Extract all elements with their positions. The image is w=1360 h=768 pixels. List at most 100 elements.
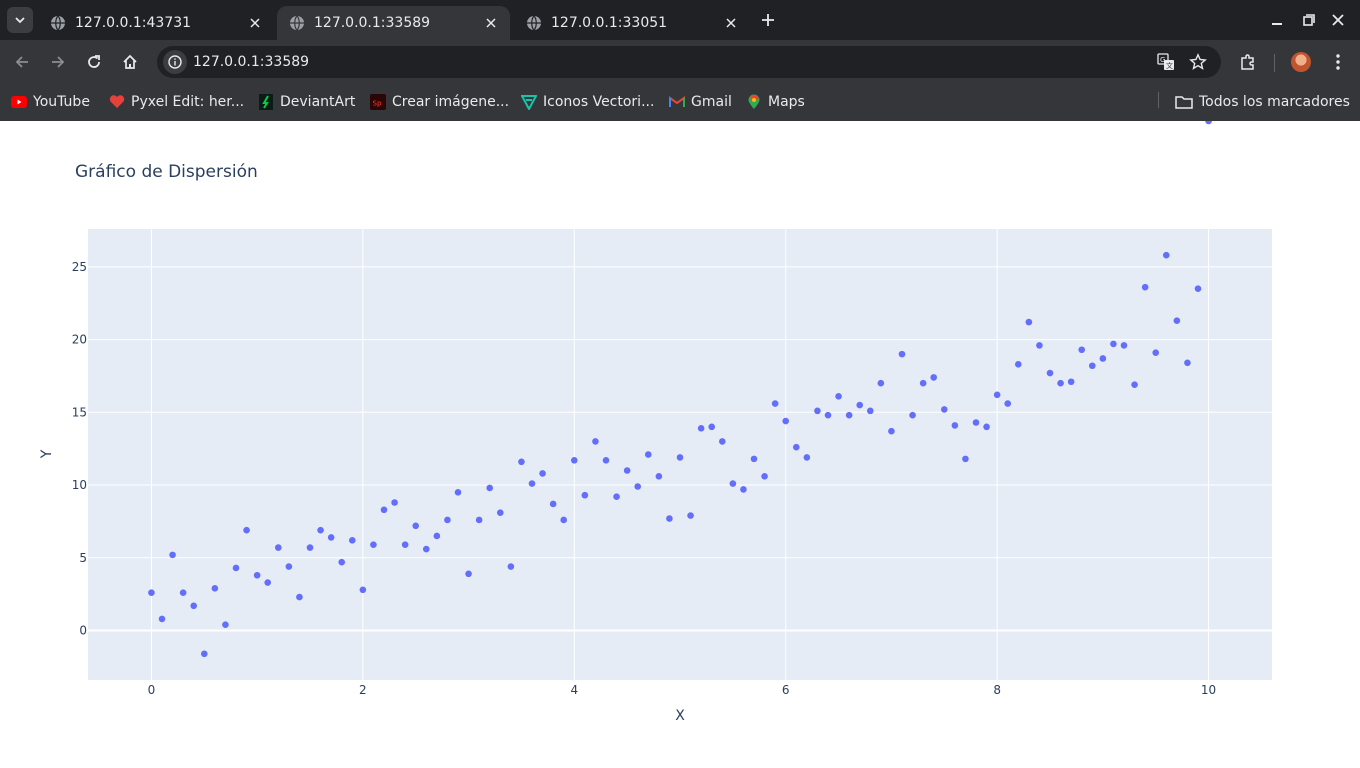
scatter-point[interactable] [718, 438, 726, 445]
scatter-point[interactable] [391, 499, 398, 506]
address-bar[interactable]: 127.0.0.1:33589 G文 [157, 46, 1221, 78]
scatter-point[interactable] [200, 650, 208, 658]
scatter-point[interactable] [190, 602, 198, 610]
scatter-point[interactable] [454, 489, 462, 496]
scatter-point[interactable] [169, 551, 176, 559]
scatter-point[interactable] [264, 579, 272, 586]
tab-search-button[interactable] [7, 7, 33, 33]
scatter-point[interactable] [1057, 379, 1064, 387]
scatter-point[interactable] [222, 621, 229, 629]
scatter-point[interactable] [296, 593, 303, 601]
scatter-point[interactable] [348, 537, 356, 544]
scatter-point[interactable] [909, 411, 916, 419]
extensions-button[interactable] [1234, 48, 1262, 76]
scatter-point[interactable] [634, 483, 642, 490]
bookmark-maps[interactable]: Maps [746, 92, 805, 112]
scatter-point[interactable] [359, 586, 367, 594]
scatter-point[interactable] [972, 419, 980, 426]
tab-0[interactable]: 127.0.0.1:43731 [38, 6, 274, 40]
bookmark-pyxel[interactable]: Pyxel Edit: her... [109, 92, 244, 112]
scatter-point[interactable] [444, 516, 451, 524]
scatter-point[interactable] [1046, 369, 1054, 377]
scatter-point[interactable] [370, 541, 377, 548]
scatter-point[interactable] [306, 544, 314, 551]
scatter-point[interactable] [401, 541, 409, 548]
scatter-point[interactable] [1014, 361, 1022, 368]
scatter-point[interactable] [613, 493, 620, 500]
bookmark-deviantart[interactable]: DeviantArt [258, 92, 355, 112]
scatter-point[interactable] [518, 458, 525, 466]
close-tab-icon[interactable] [246, 14, 264, 32]
scatter-point[interactable] [792, 443, 800, 451]
scatter-point[interactable] [412, 522, 420, 530]
scatter-point[interactable] [697, 425, 705, 432]
scatter-point[interactable] [1078, 346, 1086, 354]
scatter-point[interactable] [486, 484, 494, 492]
scatter-point[interactable] [602, 457, 610, 464]
scatter-point[interactable] [581, 491, 589, 499]
scatter-point[interactable] [782, 417, 790, 425]
scatter-point[interactable] [317, 526, 324, 534]
scatter-point[interactable] [708, 423, 716, 431]
scatter-point[interactable] [1194, 285, 1202, 292]
scatter-point[interactable] [570, 457, 578, 464]
scatter-point[interactable] [835, 393, 842, 400]
scatter-point[interactable] [761, 473, 768, 480]
scatter-point[interactable] [1205, 121, 1212, 125]
close-tab-icon[interactable] [722, 14, 740, 32]
scatter-point[interactable] [740, 486, 747, 493]
scatter-point[interactable] [729, 480, 737, 487]
scatter-point[interactable] [1036, 342, 1043, 349]
scatter-point[interactable] [1120, 342, 1128, 349]
scatter-point[interactable] [539, 470, 546, 477]
scatter-point[interactable] [1110, 340, 1117, 348]
scatter-point[interactable] [983, 423, 990, 431]
scatter-point[interactable] [549, 500, 557, 508]
profile-avatar[interactable] [1291, 52, 1311, 72]
scatter-point[interactable] [623, 467, 631, 474]
scatter-point[interactable] [560, 516, 568, 524]
scatter-point[interactable] [592, 438, 599, 445]
scatter-point[interactable] [814, 407, 821, 415]
scatter-point[interactable] [422, 545, 430, 553]
home-button[interactable] [116, 48, 144, 76]
minimize-button[interactable] [1265, 8, 1289, 32]
scatter-point[interactable] [1067, 378, 1075, 386]
scatter-point[interactable] [465, 570, 472, 578]
scatter-point[interactable] [1131, 381, 1138, 388]
scatter-point[interactable] [274, 544, 282, 551]
bookmark-gmail[interactable]: Gmail [669, 92, 732, 112]
scatter-point[interactable] [1004, 400, 1012, 407]
bookmark-iconos[interactable]: Iconos Vectori... [521, 92, 654, 112]
scatter-point[interactable] [824, 411, 832, 419]
scatter-point[interactable] [338, 558, 346, 566]
scatter-point[interactable] [666, 515, 673, 522]
bookmark-star-icon[interactable] [1188, 52, 1208, 72]
scatter-point[interactable] [877, 379, 885, 387]
scatter-point[interactable] [496, 509, 504, 516]
scatter-point[interactable] [507, 563, 515, 570]
scatter-point[interactable] [1184, 359, 1191, 367]
scatter-point[interactable] [962, 455, 969, 463]
scatter-point[interactable] [676, 454, 684, 461]
scatter-point[interactable] [148, 589, 155, 597]
new-tab-button[interactable] [757, 9, 779, 31]
scatter-point[interactable] [285, 563, 293, 570]
scatter-point[interactable] [845, 411, 853, 419]
scatter-point[interactable] [930, 374, 938, 381]
scatter-point[interactable] [433, 532, 441, 540]
scatter-point[interactable] [211, 585, 219, 592]
scatter-point[interactable] [750, 455, 758, 463]
scatter-point[interactable] [1025, 318, 1033, 326]
scatter-point[interactable] [856, 401, 864, 409]
scatter-point[interactable] [771, 400, 779, 407]
tab-2[interactable]: 127.0.0.1:33051 [514, 6, 750, 40]
scatter-point[interactable] [888, 427, 895, 435]
scatter-point[interactable] [243, 526, 250, 534]
scatter-point[interactable] [1141, 283, 1149, 291]
menu-button[interactable] [1324, 48, 1352, 76]
tab-1[interactable]: 127.0.0.1:33589 [277, 6, 510, 40]
scatter-point[interactable] [1152, 349, 1160, 356]
all-bookmarks-button[interactable]: Todos los marcadores [1175, 92, 1350, 112]
scatter-point[interactable] [380, 506, 388, 514]
